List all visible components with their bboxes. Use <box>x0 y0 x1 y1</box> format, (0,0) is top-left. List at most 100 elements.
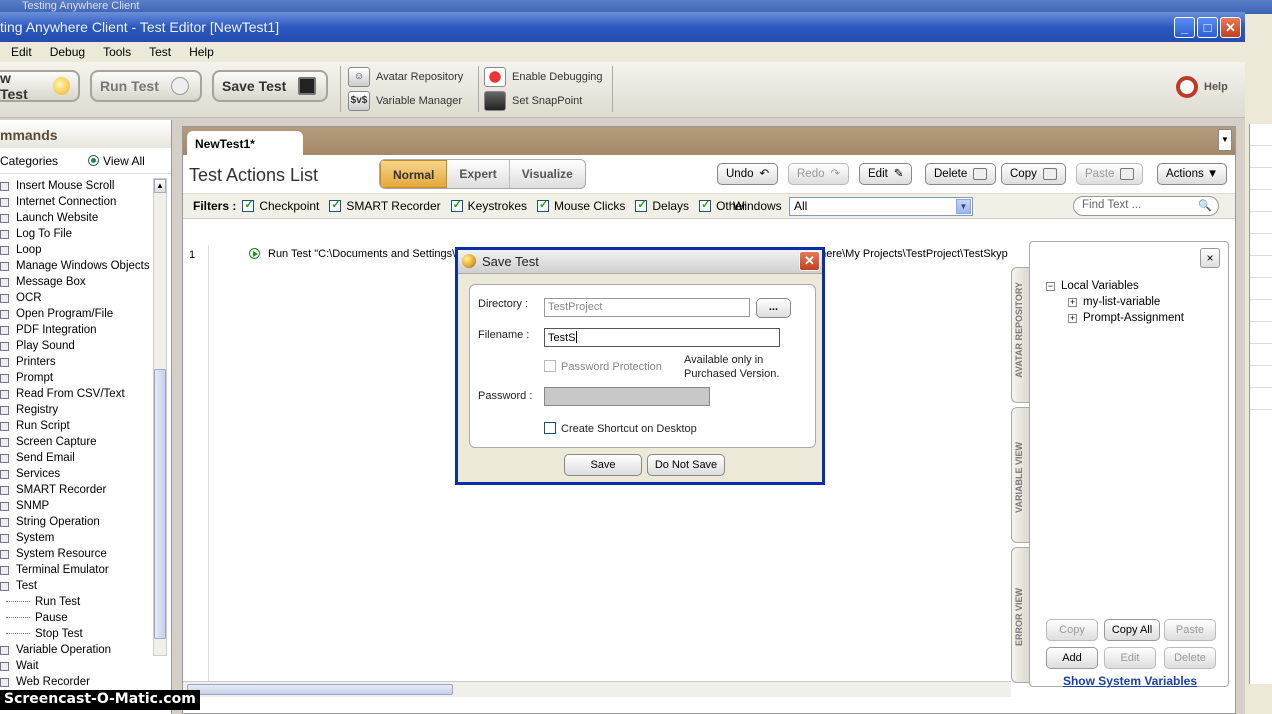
window-titlebar[interactable]: ting Anywhere Client - Test Editor [NewT… <box>0 12 1245 42</box>
menu-debug[interactable]: Debug <box>41 45 94 59</box>
new-test-button[interactable]: w Test <box>0 70 80 102</box>
show-system-variables-link[interactable]: Show System Variables <box>1030 674 1230 688</box>
tab-list-dropdown[interactable]: ▼ <box>1218 129 1232 151</box>
collapse-icon[interactable]: − <box>1046 282 1055 291</box>
password-protection-checkbox[interactable]: Password Protection <box>544 360 662 373</box>
command-item[interactable]: String Operation <box>0 514 152 530</box>
command-item[interactable]: Prompt <box>0 370 152 386</box>
categories-option[interactable]: Categories <box>0 154 58 168</box>
command-item[interactable]: Run Script <box>0 418 152 434</box>
windows-select[interactable]: All ▼ <box>789 197 973 216</box>
scroll-thumb[interactable] <box>154 369 166 639</box>
view-all-option[interactable]: View All <box>88 154 145 168</box>
filter-keystrokes[interactable]: Keystrokes <box>450 198 527 213</box>
tree-node-local-variables[interactable]: − Local Variables <box>1046 278 1184 294</box>
search-icon[interactable]: 🔍 <box>1198 199 1212 212</box>
chevron-down-icon[interactable]: ▼ <box>956 199 971 214</box>
command-item[interactable]: Pause <box>0 610 152 626</box>
menu-tools[interactable]: Tools <box>94 45 140 59</box>
expand-icon[interactable]: + <box>1068 298 1077 307</box>
var-copy-button[interactable]: Copy <box>1046 619 1098 641</box>
command-item[interactable]: Message Box <box>0 274 152 290</box>
redo-button[interactable]: Redo ↷ <box>788 163 850 185</box>
command-item[interactable]: Web Recorder <box>0 674 152 690</box>
command-item[interactable]: System <box>0 530 152 546</box>
delete-button[interactable]: Delete <box>925 163 997 185</box>
actions-dropdown[interactable]: Actions ▼ <box>1157 163 1228 185</box>
do-not-save-button[interactable]: Do Not Save <box>647 454 725 476</box>
paste-button[interactable]: Paste <box>1076 163 1144 185</box>
var-add-button[interactable]: Add <box>1046 647 1098 669</box>
filter-smart-recorder[interactable]: SMART Recorder <box>329 198 441 213</box>
tree-node-my-list-variable[interactable]: + my-list-variable <box>1046 294 1184 310</box>
command-item[interactable]: Read From CSV/Text <box>0 386 152 402</box>
password-field[interactable] <box>544 387 710 406</box>
mode-visualize[interactable]: Visualize <box>510 160 585 188</box>
command-item[interactable]: Launch Website <box>0 210 152 226</box>
scroll-thumb[interactable] <box>187 684 453 695</box>
var-paste-button[interactable]: Paste <box>1164 619 1216 641</box>
command-item[interactable]: Wait <box>0 658 152 674</box>
close-button[interactable]: ✕ <box>1220 17 1241 38</box>
tab-newtest1[interactable]: NewTest1* <box>187 131 303 155</box>
set-snappoint-button[interactable]: Set SnapPoint <box>484 91 582 111</box>
var-edit-button[interactable]: Edit <box>1104 647 1156 669</box>
command-item[interactable]: Send Email <box>0 450 152 466</box>
command-item[interactable]: Terminal Emulator <box>0 562 152 578</box>
edit-button[interactable]: Edit ✎ <box>859 163 913 185</box>
minimize-button[interactable]: _ <box>1174 17 1195 38</box>
command-item[interactable]: Internet Connection <box>0 194 152 210</box>
var-delete-button[interactable]: Delete <box>1164 647 1216 669</box>
tab-variable-view[interactable]: VARIABLE VIEW <box>1011 407 1029 543</box>
filter-mouse-clicks[interactable]: Mouse Clicks <box>537 198 625 213</box>
variable-manager-button[interactable]: $v$ Variable Manager <box>348 91 462 111</box>
find-text-input[interactable]: Find Text ... 🔍 <box>1073 196 1219 216</box>
horizontal-scrollbar[interactable] <box>183 681 1011 697</box>
menu-edit[interactable]: Edit <box>2 45 41 59</box>
command-item[interactable]: Screen Capture <box>0 434 152 450</box>
help-button[interactable]: Help <box>1176 76 1228 98</box>
save-test-button[interactable]: Save Test <box>212 70 328 102</box>
dialog-close-button[interactable]: ✕ <box>799 251 820 271</box>
run-test-button[interactable]: Run Test <box>90 70 202 102</box>
mode-expert[interactable]: Expert <box>447 160 510 188</box>
command-item[interactable]: Manage Windows Objects <box>0 258 152 274</box>
command-item[interactable]: System Resource <box>0 546 152 562</box>
command-item[interactable]: SMART Recorder <box>0 482 152 498</box>
avatar-repository-button[interactable]: ☺ Avatar Repository <box>348 67 463 87</box>
menu-test[interactable]: Test <box>140 45 180 59</box>
command-item[interactable]: Loop <box>0 242 152 258</box>
command-item[interactable]: SNMP <box>0 498 152 514</box>
command-item[interactable]: Log To File <box>0 226 152 242</box>
browse-button[interactable]: ... <box>756 298 791 318</box>
enable-debugging-button[interactable]: Enable Debugging <box>484 67 603 87</box>
command-item[interactable]: Run Test <box>0 594 152 610</box>
command-item[interactable]: Insert Mouse Scroll <box>0 178 152 194</box>
tab-error-view[interactable]: ERROR VIEW <box>1011 547 1029 683</box>
command-item[interactable]: Test <box>0 578 152 594</box>
tree-node-prompt-assignment[interactable]: + Prompt-Assignment <box>1046 310 1184 326</box>
command-item[interactable]: PDF Integration <box>0 322 152 338</box>
command-item[interactable]: Printers <box>0 354 152 370</box>
dialog-titlebar[interactable]: Save Test ✕ <box>458 250 822 274</box>
close-icon[interactable]: × <box>1200 248 1220 268</box>
expand-icon[interactable]: + <box>1068 314 1077 323</box>
undo-button[interactable]: Undo ↶ <box>717 163 779 185</box>
commands-scrollbar[interactable]: ▲ <box>153 178 167 656</box>
menu-help[interactable]: Help <box>180 45 223 59</box>
command-item[interactable]: Variable Operation <box>0 642 152 658</box>
create-shortcut-checkbox[interactable]: Create Shortcut on Desktop <box>544 422 697 435</box>
save-button[interactable]: Save <box>564 454 642 476</box>
var-copy-all-button[interactable]: Copy All <box>1104 619 1160 641</box>
command-item[interactable]: OCR <box>0 290 152 306</box>
command-item[interactable]: Services <box>0 466 152 482</box>
filter-checkpoint[interactable]: Checkpoint <box>242 198 319 213</box>
tab-avatar-repository[interactable]: AVATAR REPOSITORY <box>1011 267 1029 403</box>
mode-normal[interactable]: Normal <box>380 160 448 188</box>
command-item[interactable]: Open Program/File <box>0 306 152 322</box>
directory-field[interactable]: TestProject <box>544 298 750 317</box>
scroll-up-icon[interactable]: ▲ <box>154 179 166 193</box>
command-item[interactable]: Registry <box>0 402 152 418</box>
maximize-button[interactable]: □ <box>1197 17 1218 38</box>
copy-button[interactable]: Copy <box>1001 163 1066 185</box>
